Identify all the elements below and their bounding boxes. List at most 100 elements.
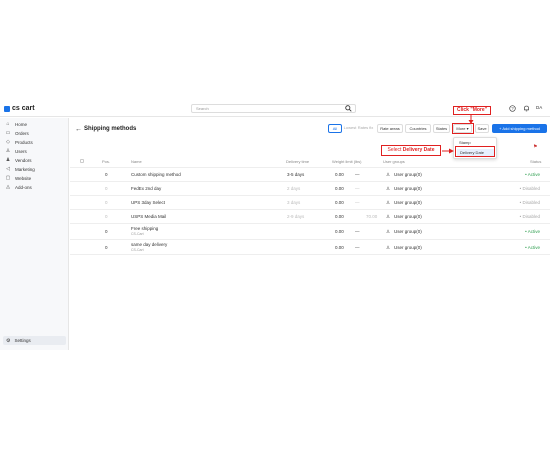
row-weight-min[interactable]: 0.00 (335, 214, 344, 219)
row-name-cell[interactable]: Free shipping CS-Cart (131, 226, 158, 236)
sidebar: ⌂ Home ▭ Orders ◇ Products ♙ Users ♟ Ven… (0, 118, 69, 350)
table-row[interactable]: 0 UPS 3day Select 3 days 0.00 — ♙ User g… (70, 195, 550, 209)
table-row[interactable]: 0 Free shipping CS-Cart 0.00 — ♙ User gr… (70, 223, 550, 239)
filter-rates-button[interactable]: Rates fix (357, 124, 374, 133)
row-name[interactable]: UPS 3day Select (131, 200, 165, 205)
row-user-groups[interactable]: User group(0) (394, 200, 422, 205)
column-header-groups[interactable]: User groups (383, 159, 405, 164)
annotation-arrow-right-icon (442, 148, 454, 154)
search-icon[interactable] (345, 105, 352, 114)
column-header-weight[interactable]: Weight limit (lbs) (332, 159, 362, 164)
row-weight-max[interactable]: — (355, 245, 360, 250)
annotation-select-delivery-date: Select Delivery Date (381, 145, 441, 156)
row-name[interactable]: same day delivery (131, 242, 167, 247)
column-header-delivery[interactable]: Delivery time (286, 159, 309, 164)
row-weight-min[interactable]: 0.00 (335, 245, 344, 250)
table-row[interactable]: 0 USPS Media Mail 2-9 days 0.00 70.00 ♙ … (70, 209, 550, 223)
sidebar-item-settings[interactable]: ⚙ Settings (3, 336, 66, 345)
status-badge[interactable]: • Active (525, 172, 540, 177)
sidebar-item-home[interactable]: ⌂ Home (5, 121, 27, 127)
row-user-groups[interactable]: User group(0) (394, 229, 422, 234)
row-vendor: CS-Cart (131, 232, 144, 236)
logo-text: cs cart (12, 105, 35, 112)
user-group-icon: ♙ (386, 245, 391, 250)
states-button[interactable]: States (433, 124, 450, 133)
column-header-pos[interactable]: Pos. (102, 159, 110, 164)
row-weight-max[interactable]: — (355, 172, 360, 177)
sidebar-item-label: Add-ons (15, 184, 32, 190)
table-row[interactable]: 0 FedEx 2nd day 2 days 0.00 — ♙ User gro… (70, 181, 550, 195)
users-icon: ♙ (5, 148, 11, 154)
sidebar-item-marketing[interactable]: ◁ Marketing (5, 166, 35, 172)
back-arrow-icon[interactable]: ← (75, 126, 82, 133)
row-user-groups[interactable]: User group(0) (394, 172, 422, 177)
menu-item-stamp[interactable]: Stamp (459, 140, 471, 145)
row-weight-max[interactable]: — (355, 229, 360, 234)
filter-hidden-button[interactable]: Lowest (343, 124, 357, 133)
gear-icon: ⚙ (6, 337, 11, 344)
annotation-highlight-delivery-date (455, 146, 495, 157)
sidebar-item-vendors[interactable]: ♟ Vendors (5, 157, 32, 163)
table-row[interactable]: 0 Custom shipping method 3-5 days 0.00 —… (70, 167, 550, 181)
status-badge[interactable]: • Disabled (520, 200, 540, 205)
sidebar-item-website[interactable]: ▢ Website (5, 175, 32, 181)
user-group-icon: ♙ (386, 214, 391, 219)
row-user-groups[interactable]: User group(0) (394, 214, 422, 219)
sidebar-item-addons[interactable]: ◬ Add-ons (5, 184, 32, 190)
sidebar-item-label: Home (15, 121, 28, 127)
user-group-icon: ♙ (386, 200, 391, 205)
row-pos[interactable]: 0 (105, 172, 108, 177)
sidebar-item-orders[interactable]: ▭ Orders (5, 130, 29, 136)
flag-icon[interactable]: ⚑ (533, 144, 537, 150)
row-pos[interactable]: 0 (105, 186, 108, 191)
add-shipping-method-button[interactable]: + Add shipping method (492, 124, 547, 133)
row-name[interactable]: FedEx 2nd day (131, 186, 161, 191)
column-header-name[interactable]: Name (131, 159, 142, 164)
row-weight-min[interactable]: 0.00 (335, 229, 344, 234)
countries-button[interactable]: Countries (405, 124, 431, 133)
row-pos[interactable]: 0 (105, 200, 108, 205)
status-badge[interactable]: • Active (525, 245, 540, 250)
row-user-groups[interactable]: User group(0) (394, 186, 422, 191)
notification-bell-icon[interactable] (523, 105, 530, 114)
row-weight-min[interactable]: 0.00 (335, 186, 344, 191)
filter-all-button[interactable]: All (328, 124, 342, 133)
row-weight-max[interactable]: 70.00 (366, 214, 377, 219)
save-button[interactable]: Save (475, 124, 489, 133)
select-all-checkbox[interactable] (80, 159, 84, 163)
products-icon: ◇ (6, 139, 10, 145)
row-name[interactable]: Free shipping (131, 226, 158, 231)
row-weight-max[interactable]: — (355, 186, 360, 191)
row-user-groups[interactable]: User group(0) (394, 245, 422, 250)
avatar[interactable]: DA (536, 105, 542, 110)
row-pos[interactable]: 0 (105, 229, 108, 234)
help-icon[interactable]: ? (509, 105, 516, 114)
sidebar-item-users[interactable]: ♙ Users (5, 148, 27, 154)
row-name[interactable]: Custom shipping method (131, 172, 181, 177)
table-row[interactable]: 0 same day delivery CS-Cart 0.00 — ♙ Use… (70, 239, 550, 255)
row-weight-min[interactable]: 0.00 (335, 172, 344, 177)
status-badge[interactable]: • Disabled (520, 186, 540, 191)
status-badge[interactable]: • Disabled (520, 214, 540, 219)
annotation-text-bold: Delivery Date (402, 147, 435, 153)
row-name-cell[interactable]: same day delivery CS-Cart (131, 242, 167, 252)
sidebar-item-label: Marketing (15, 166, 35, 172)
rate-areas-button[interactable]: Rate areas (377, 124, 403, 133)
user-group-icon: ♙ (386, 186, 391, 191)
row-weight-min[interactable]: 0.00 (335, 200, 344, 205)
row-pos[interactable]: 0 (105, 214, 108, 219)
sidebar-item-products[interactable]: ◇ Products (5, 139, 33, 145)
marketing-icon: ◁ (6, 166, 10, 172)
orders-icon: ▭ (5, 130, 11, 136)
row-delivery: 3-5 days (287, 172, 305, 177)
row-name[interactable]: USPS Media Mail (131, 214, 166, 219)
sidebar-item-label: Settings (14, 338, 31, 343)
row-weight-max[interactable]: — (355, 200, 360, 205)
search-input[interactable]: Search (191, 104, 356, 113)
logo[interactable]: cs cart (4, 105, 35, 112)
table-header: Pos. Name Delivery time Weight limit (lb… (70, 158, 550, 166)
row-delivery: 2-9 days (287, 214, 305, 219)
column-header-status[interactable]: Status (530, 159, 541, 164)
row-pos[interactable]: 0 (105, 245, 108, 250)
status-badge[interactable]: • Active (525, 229, 540, 234)
